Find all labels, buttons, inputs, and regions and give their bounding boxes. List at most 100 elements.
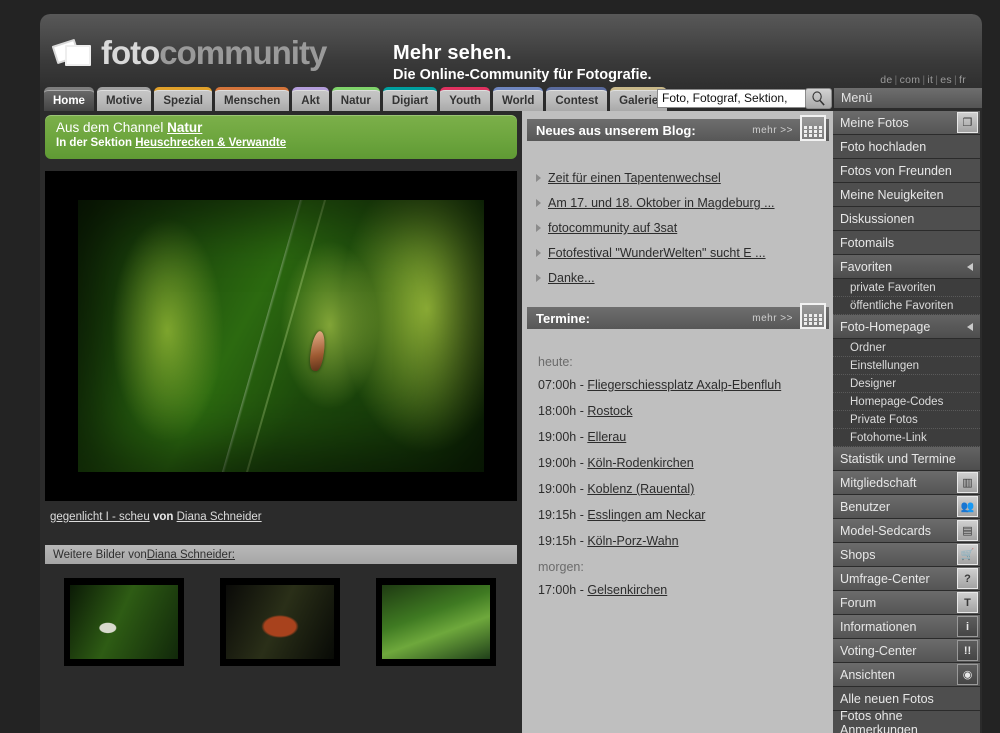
voting-icon[interactable]: !! bbox=[957, 640, 978, 661]
termine-more-link[interactable]: mehr >> bbox=[752, 313, 793, 324]
thumbnail-item-2[interactable] bbox=[220, 578, 340, 666]
sidebar-item-ansichten[interactable]: Ansichten ◉ bbox=[833, 663, 980, 686]
users-icon[interactable]: 👥 bbox=[957, 496, 978, 517]
blog-list-item[interactable]: Fotofestival "WunderWelten" sucht E ... bbox=[536, 246, 834, 260]
blog-more-link[interactable]: mehr >> bbox=[752, 125, 793, 136]
blog-section-header: Neues aus unserem Blog: mehr >> bbox=[527, 115, 829, 141]
photos-stack-icon[interactable]: ❐ bbox=[957, 112, 978, 133]
sidebar-item-ordner[interactable]: Ordner bbox=[833, 339, 980, 357]
nav-tab-home[interactable]: Home bbox=[44, 87, 94, 111]
search-input[interactable] bbox=[657, 89, 805, 108]
blog-post-link[interactable]: fotocommunity auf 3sat bbox=[548, 221, 677, 235]
blog-post-link[interactable]: Zeit für einen Tapentenwechsel bbox=[548, 171, 721, 185]
calendar-icon[interactable] bbox=[800, 115, 826, 141]
lang-fr[interactable]: fr bbox=[959, 74, 966, 86]
sidebar-item-benutzer[interactable]: Benutzer 👥 bbox=[833, 495, 980, 518]
sidebar-item-shops[interactable]: Shops 🛒 bbox=[833, 543, 980, 566]
question-icon[interactable]: ? bbox=[957, 568, 978, 589]
nav-tab-label: Galerie bbox=[619, 94, 659, 107]
nav-tab-natur[interactable]: Natur bbox=[331, 87, 380, 111]
text-tool-icon[interactable]: T bbox=[957, 592, 978, 613]
nav-tab-akt[interactable]: Akt bbox=[292, 87, 329, 111]
nav-tab-digiart[interactable]: Digiart bbox=[382, 87, 438, 111]
featured-photo-image[interactable] bbox=[78, 200, 484, 472]
termine-time: 19:15h - bbox=[538, 508, 588, 522]
nav-tab-world[interactable]: World bbox=[492, 87, 544, 111]
sidebar-item-öffentliche-favoriten[interactable]: öffentliche Favoriten bbox=[833, 297, 980, 315]
nav-tab-spezial[interactable]: Spezial bbox=[154, 87, 213, 111]
site-claim: Mehr sehen. Die Online-Community für Fot… bbox=[393, 42, 652, 83]
sidebar-item-label: Meine Fotos bbox=[840, 115, 909, 130]
termine-time: 18:00h - bbox=[538, 404, 588, 418]
sidebar-item-mitgliedschaft[interactable]: Mitgliedschaft ▥ bbox=[833, 471, 980, 494]
sidebar-item-forum[interactable]: Forum T bbox=[833, 591, 980, 614]
photo-author-link[interactable]: Diana Schneider bbox=[177, 511, 262, 523]
sidebar-item-fotos-ohne-anmerkungen[interactable]: Fotos ohne Anmerkungen bbox=[833, 709, 980, 733]
thumbnail-item-1[interactable] bbox=[64, 578, 184, 666]
info-icon[interactable]: i bbox=[957, 616, 978, 637]
blog-post-link[interactable]: Am 17. und 18. Oktober in Magdeburg ... bbox=[548, 196, 775, 210]
blog-list-item[interactable]: Danke... bbox=[536, 271, 834, 285]
sidebar-item-foto-hochladen[interactable]: Foto hochladen bbox=[833, 135, 980, 158]
sidebar-item-private-fotos[interactable]: Private Fotos bbox=[833, 411, 980, 429]
more-images-author-link[interactable]: Diana Schneider: bbox=[147, 549, 235, 561]
sidebar-item-homepage-codes[interactable]: Homepage-Codes bbox=[833, 393, 980, 411]
sidebar-item-umfrage-center[interactable]: Umfrage-Center? bbox=[833, 567, 980, 590]
lang-com[interactable]: com bbox=[900, 74, 921, 86]
sedcard-icon[interactable]: ▤ bbox=[957, 520, 978, 541]
photo-by-label: von bbox=[152, 511, 174, 523]
blog-post-link[interactable]: Danke... bbox=[548, 271, 595, 285]
sidebar-item-meine-neuigkeiten[interactable]: Meine Neuigkeiten bbox=[833, 183, 980, 206]
featured-photo-frame[interactable] bbox=[45, 171, 517, 501]
sidebar-item-einstellungen[interactable]: Einstellungen bbox=[833, 357, 980, 375]
language-switcher[interactable]: de | com | it | es | fr bbox=[880, 74, 966, 86]
lang-es[interactable]: es bbox=[940, 74, 952, 86]
sidebar-item-diskussionen[interactable]: Diskussionen bbox=[833, 207, 980, 230]
logo-wordmark: fotocommunity bbox=[101, 36, 327, 69]
sidebar-item-alle-neuen-fotos[interactable]: Alle neuen Fotos bbox=[833, 687, 980, 710]
sidebar-item-fotomails[interactable]: Fotomails bbox=[833, 231, 980, 254]
termine-time: 07:00h - bbox=[538, 378, 588, 392]
blog-list-item[interactable]: fotocommunity auf 3sat bbox=[536, 221, 834, 235]
termine-place-link[interactable]: Ellerau bbox=[587, 430, 626, 444]
lang-it[interactable]: it bbox=[927, 74, 933, 86]
termine-place-link[interactable]: Esslingen am Neckar bbox=[587, 508, 705, 522]
blog-post-link[interactable]: Fotofestival "WunderWelten" sucht E ... bbox=[548, 246, 766, 260]
site-logo[interactable]: fotocommunity bbox=[51, 36, 327, 69]
blog-list-item[interactable]: Zeit für einen Tapentenwechsel bbox=[536, 171, 834, 185]
section-link[interactable]: Heuschrecken & Verwandte bbox=[135, 137, 286, 149]
nav-tab-menschen[interactable]: Menschen bbox=[215, 87, 290, 111]
photo-title-link[interactable]: gegenlicht I - scheu bbox=[50, 511, 150, 523]
sidebar-item-informationen[interactable]: Informationen i bbox=[833, 615, 980, 638]
nav-tab-motive[interactable]: Motive bbox=[96, 87, 152, 111]
sidebar-item-private-favoriten[interactable]: private Favoriten bbox=[833, 279, 980, 297]
sidebar-item-label: Alle neuen Fotos bbox=[840, 691, 934, 706]
nav-tab-contest[interactable]: Contest bbox=[546, 87, 608, 111]
sidebar-item-fotos-von-freunden[interactable]: Fotos von Freunden bbox=[833, 159, 980, 182]
sidebar-item-statistik-und-termine[interactable]: Statistik und Termine bbox=[833, 447, 980, 470]
termine-place-link[interactable]: Köln-Porz-Wahn bbox=[587, 534, 678, 548]
channel-link[interactable]: Natur bbox=[167, 120, 202, 135]
termine-place-link[interactable]: Fliegerschiessplatz Axalp-Ebenfluh bbox=[587, 378, 781, 392]
sidebar-item-foto-homepage[interactable]: Foto-Homepage bbox=[833, 315, 980, 338]
membership-cards-icon[interactable]: ▥ bbox=[957, 472, 978, 493]
termine-place-link[interactable]: Gelsenkirchen bbox=[587, 583, 667, 597]
termine-place-link[interactable]: Rostock bbox=[587, 404, 632, 418]
sidebar-item-meine-fotos[interactable]: Meine Fotos ❐ bbox=[833, 111, 980, 134]
termine-place-link[interactable]: Köln-Rodenkirchen bbox=[587, 456, 693, 470]
sidebar-item-designer[interactable]: Designer bbox=[833, 375, 980, 393]
search-button[interactable] bbox=[805, 88, 832, 109]
eye-icon[interactable]: ◉ bbox=[957, 664, 978, 685]
shopping-cart-icon[interactable]: 🛒 bbox=[957, 544, 978, 565]
sidebar-item-label: Voting-Center bbox=[840, 643, 917, 658]
thumbnail-item-3[interactable] bbox=[376, 578, 496, 666]
sidebar-item-favoriten[interactable]: Favoriten bbox=[833, 255, 980, 278]
blog-list-item[interactable]: Am 17. und 18. Oktober in Magdeburg ... bbox=[536, 196, 834, 210]
lang-de[interactable]: de bbox=[880, 74, 892, 86]
sidebar-item-fotohome-link[interactable]: Fotohome-Link bbox=[833, 429, 980, 447]
nav-tab-youth[interactable]: Youth bbox=[440, 87, 490, 111]
sidebar-item-model-sedcards[interactable]: Model-Sedcards ▤ bbox=[833, 519, 980, 542]
termine-place-link[interactable]: Koblenz (Rauental) bbox=[587, 482, 694, 496]
calendar-icon[interactable] bbox=[800, 303, 826, 329]
sidebar-item-voting-center[interactable]: Voting-Center!! bbox=[833, 639, 980, 662]
